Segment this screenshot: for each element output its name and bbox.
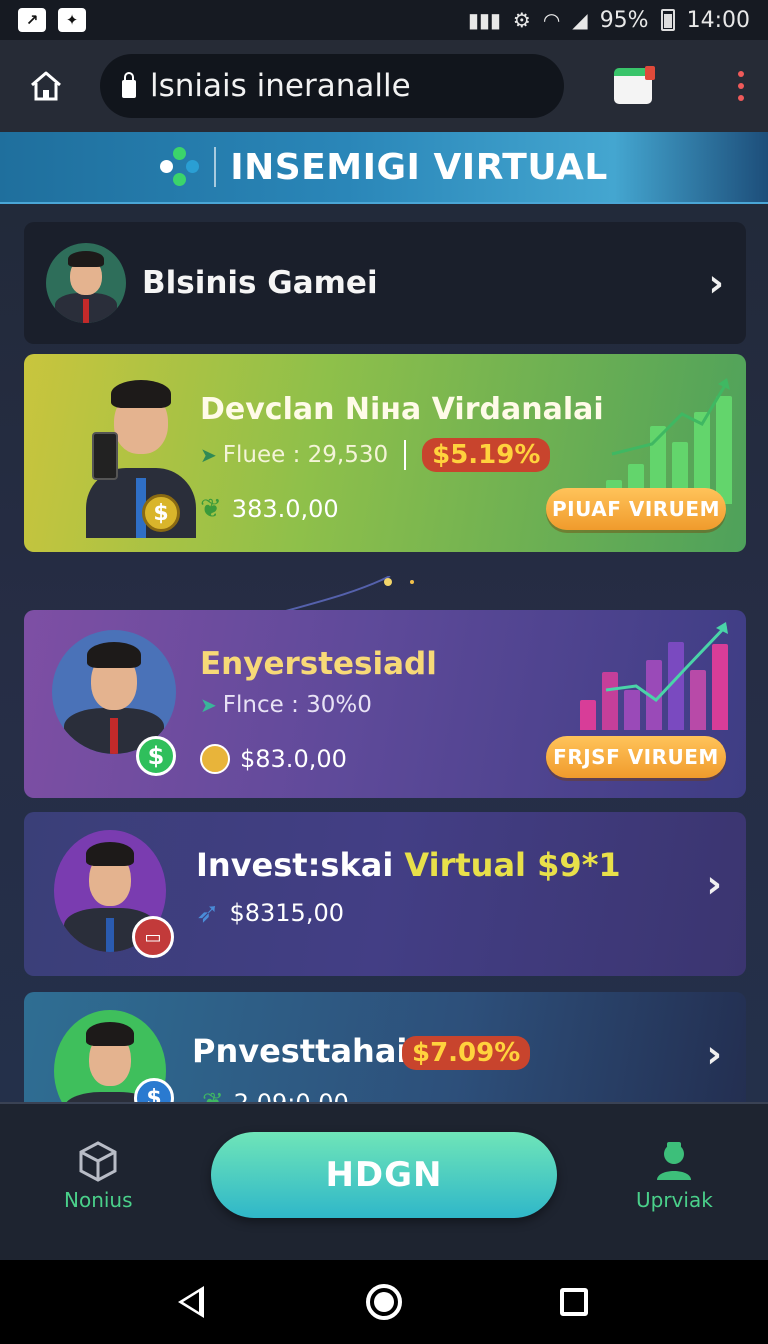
card-title: Pnvesttahai [192, 1032, 408, 1070]
url-text: lsniais ineranalle [150, 68, 411, 104]
notification-icon: ↗ [18, 8, 46, 32]
leaf-icon: ❦ [200, 494, 222, 524]
address-bar[interactable]: lsniais ineranalle [100, 54, 564, 118]
browser-toolbar: lsniais ineranalle [0, 40, 768, 132]
investment-card[interactable]: $ Devclan Niнa Virdanalai ➤ Fluee : 29,5… [24, 354, 746, 552]
card-fluee-value: Fluee : 29,530 [222, 442, 389, 468]
card-amount: $83.0,00 [200, 744, 347, 774]
card-amount: ❦ 2.09:0,00 [202, 1088, 349, 1102]
bird-icon: ➶ [196, 896, 220, 929]
amount-value: $83.0,00 [240, 745, 347, 773]
dollar-coin-icon: $ [142, 494, 180, 532]
percent-badge: $7.09% [402, 1036, 531, 1070]
nav-uprviak[interactable]: Uprviak [636, 1140, 713, 1212]
menu-dot-icon [738, 83, 744, 89]
action-button[interactable]: PIUAF VIRUEM [546, 488, 726, 530]
clock: 14:00 [686, 7, 750, 33]
main-content: Blsinis Gamei › $ Devclan Niнa Virdanala… [0, 204, 768, 1102]
chip-icon: ⚙ [512, 8, 531, 32]
cube-icon [79, 1141, 117, 1182]
system-navigation-bar [0, 1260, 768, 1344]
card-amount: ➶ $8315,00 [196, 896, 344, 929]
app-notification-icon: ✦ [58, 8, 86, 32]
signal-icon: ◢ [572, 8, 588, 32]
card-title-accent: Virtual $9*1 [404, 846, 621, 884]
vibrate-icon: ▮▮▮ [467, 8, 501, 32]
lock-icon [122, 72, 136, 98]
status-bar: ↗ ✦ ▮▮▮ ⚙ ◠ ◢ 95% 14:00 [0, 0, 768, 40]
trend-arrow-icon [605, 622, 728, 702]
menu-button[interactable] [738, 71, 744, 101]
wifi-icon: ◠ [542, 8, 561, 32]
amount-value: 2.09:0,00 [234, 1089, 349, 1102]
trend-arrow-icon [611, 378, 730, 456]
tabs-button[interactable] [614, 66, 655, 104]
app-banner: INSEMIGI VIRTUAL [0, 132, 768, 204]
menu-dot-icon [738, 95, 744, 101]
main-action-button[interactable]: HDGN [211, 1132, 557, 1218]
card-amount: ❦ 383.0,00 [200, 494, 339, 524]
home-icon [31, 71, 61, 101]
investment-card[interactable]: $ Pnvesttahai $7.09% ❦ 2.09:0,00 › [24, 992, 746, 1102]
card-title: Invest:skai Virtual $9*1 [196, 846, 621, 884]
amount-value: $8315,00 [229, 898, 344, 927]
arrow-icon: ➤ [200, 693, 217, 717]
amount-value: 383.0,00 [231, 495, 339, 523]
card-badge-icon: ▭ [132, 916, 174, 958]
leaf-icon: ❦ [202, 1088, 224, 1102]
chevron-right-icon: › [706, 1032, 722, 1076]
nav-uprviak-label: Uprviak [636, 1188, 713, 1212]
profile-avatar [46, 243, 126, 323]
home-button[interactable] [24, 64, 68, 108]
back-icon[interactable] [178, 1286, 204, 1318]
battery-icon [660, 9, 675, 31]
battery-percent: 95% [599, 7, 649, 33]
chevron-right-icon: › [706, 862, 722, 906]
profile-card[interactable]: Blsinis Gamei › [24, 222, 746, 344]
chevron-right-icon: › [708, 261, 724, 305]
investor-avatar [76, 368, 206, 538]
user-icon [657, 1142, 692, 1180]
investment-card[interactable]: $ Enyerstesiadl ➤ Flnce : 30%0 $83.0,00 … [24, 610, 746, 798]
card-title: Enyerstesiadl [200, 646, 437, 682]
app-logo-icon [160, 147, 200, 187]
home-circle-icon[interactable] [366, 1284, 402, 1320]
card-flnce: ➤ Flnce : 30%0 [200, 692, 372, 718]
dollar-coin-icon: $ [136, 736, 176, 776]
card-flnce-value: Flnce : 30%0 [222, 692, 372, 718]
card-title: Devclan Niнa Virdanalai [200, 392, 604, 427]
divider [404, 440, 407, 470]
bottom-navigation: Nonius HDGN Uprviak [0, 1102, 768, 1260]
card-title-main: Invest:skai [196, 846, 394, 884]
action-button[interactable]: FRJSF VIRUEM [546, 736, 726, 778]
arrow-icon: ➤ [200, 443, 217, 467]
wallet-icon [200, 744, 230, 774]
menu-dot-icon [738, 71, 744, 77]
banner-title: INSEMIGI VIRTUAL [230, 146, 608, 188]
recent-apps-icon[interactable] [560, 1288, 588, 1316]
nav-nonius[interactable]: Nonius [64, 1140, 133, 1212]
banner-divider [214, 147, 217, 187]
percent-badge: $5.19% [422, 438, 551, 472]
nav-nonius-label: Nonius [64, 1188, 133, 1212]
investment-card[interactable]: ▭ Invest:skai Virtual $9*1 ➶ $8315,00 › [24, 812, 746, 976]
profile-name: Blsinis Gamei [142, 265, 378, 301]
card-fluee: ➤ Fluee : 29,530 $5.19% [200, 438, 551, 472]
